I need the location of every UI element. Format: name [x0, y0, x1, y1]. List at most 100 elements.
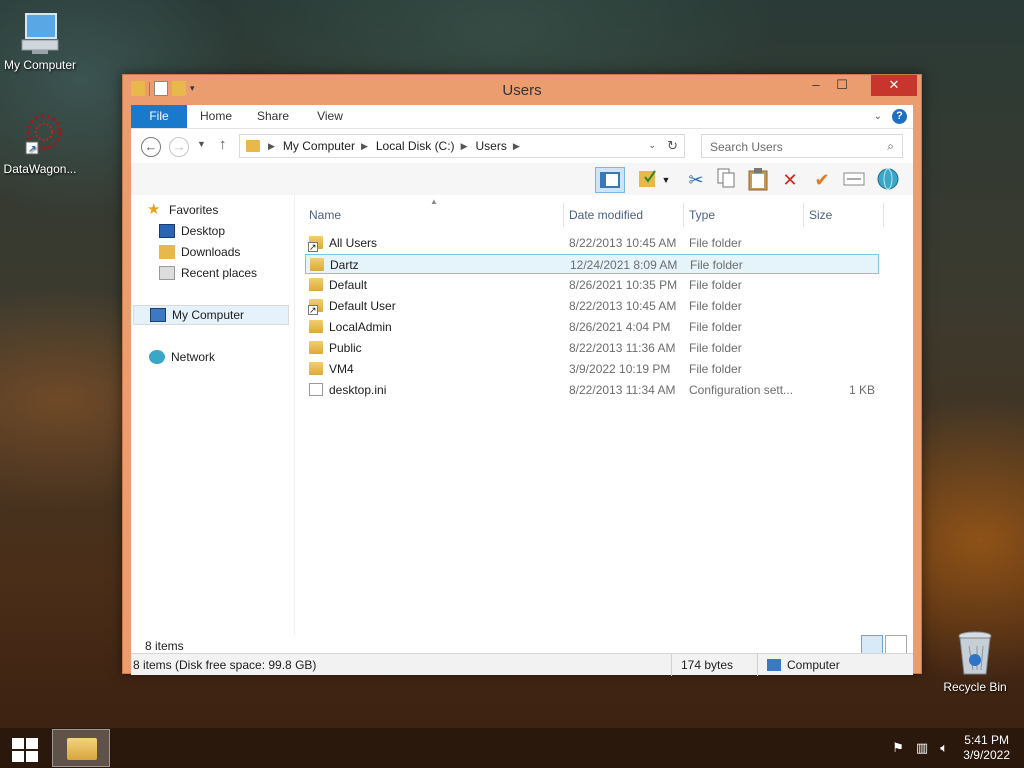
desktop-icon-recycle-bin[interactable]: Recycle Bin — [933, 630, 1017, 694]
file-name: VM4 — [329, 362, 354, 376]
folder-icon — [310, 258, 324, 271]
folder-icon — [246, 140, 260, 152]
table-row[interactable]: Default User 8/22/2013 10:45 AM File folde… — [305, 296, 879, 316]
nav-desktop[interactable]: Desktop — [159, 221, 225, 241]
back-button[interactable]: ← — [141, 137, 161, 157]
breadcrumb-my-computer[interactable]: My Computer — [283, 139, 355, 153]
copy-icon — [717, 168, 735, 188]
nav-recent-places[interactable]: Recent places — [159, 263, 257, 283]
shortcut-folder-icon — [308, 236, 323, 252]
shortcut-folder-icon — [308, 299, 323, 315]
recent-locations-icon[interactable]: ▼ — [197, 139, 206, 149]
search-icon[interactable]: ⌕ — [887, 139, 894, 154]
folder-icon — [309, 278, 323, 291]
details-view-button[interactable] — [861, 635, 883, 655]
ribbon-controls: ⌄ ? — [874, 109, 907, 124]
column-separator[interactable] — [803, 203, 804, 227]
action-center-flag-icon[interactable]: ⚑ — [892, 740, 904, 756]
expand-ribbon-icon[interactable]: ⌄ — [874, 111, 882, 122]
rename-button[interactable]: ✔ — [809, 167, 835, 193]
clock[interactable]: 5:41 PM 3/9/2022 — [963, 733, 1010, 763]
table-row[interactable]: Dartz 12/24/2021 8:09 AM File folder — [305, 254, 879, 274]
copy-button[interactable] — [713, 167, 739, 193]
network-status-icon[interactable]: ▥ — [916, 740, 928, 756]
delete-button[interactable]: ✕ — [777, 167, 803, 193]
file-name: Default — [329, 278, 368, 292]
chevron-right-icon[interactable]: ▶ — [461, 141, 468, 152]
column-separator[interactable] — [883, 203, 884, 227]
tab-file[interactable]: File — [131, 105, 187, 128]
desktop-icon-my-computer[interactable]: My Computer — [0, 10, 82, 72]
folder-icon — [309, 341, 323, 354]
star-icon: ★ — [147, 201, 161, 218]
folder-check-icon — [639, 170, 656, 187]
column-header-date[interactable]: Date modified — [569, 205, 643, 225]
column-header-name[interactable]: Name — [309, 205, 341, 225]
nav-favorites[interactable]: ★ Favorites — [147, 200, 218, 220]
nav-label: My Computer — [172, 308, 245, 322]
svg-text:↗: ↗ — [28, 144, 36, 155]
title-bar[interactable]: ▾ Users – ☐ ✕ — [123, 75, 921, 105]
table-row[interactable]: All Users 8/22/2013 10:45 AM File folder — [305, 233, 879, 253]
nav-network[interactable]: Network — [149, 347, 215, 367]
column-separator[interactable] — [563, 203, 564, 227]
column-header-size[interactable]: Size — [809, 205, 832, 225]
tab-view[interactable]: View — [307, 105, 353, 128]
nav-label: Downloads — [181, 245, 241, 259]
up-button[interactable]: ↑ — [219, 136, 227, 153]
help-icon[interactable]: ? — [892, 109, 907, 124]
minimize-button[interactable]: – — [803, 75, 829, 96]
file-type: File folder — [689, 236, 742, 250]
table-row[interactable]: LocalAdmin 8/26/2021 4:04 PM File folder — [305, 317, 879, 337]
table-row[interactable]: VM4 3/9/2022 10:19 PM File folder — [305, 359, 879, 379]
refresh-icon[interactable]: ↻ — [667, 138, 678, 154]
network-button[interactable] — [875, 167, 901, 193]
cut-button[interactable]: ✂ — [683, 167, 709, 193]
chevron-right-icon[interactable]: ▶ — [513, 141, 520, 152]
table-row[interactable]: desktop.ini 8/22/2013 11:34 AM Configurati… — [305, 380, 879, 400]
nav-downloads[interactable]: Downloads — [159, 242, 240, 262]
forward-button[interactable]: → — [169, 137, 189, 157]
select-all-button[interactable] — [841, 167, 867, 193]
status-zone: Computer — [767, 658, 840, 672]
close-button[interactable]: ✕ — [871, 75, 917, 96]
preview-pane-button[interactable] — [595, 167, 625, 193]
address-bar[interactable]: ▶ My Computer ▶ Local Disk (C:) ▶ Users … — [239, 134, 685, 158]
file-type: File folder — [689, 299, 742, 313]
chevron-down-icon[interactable]: ⌄ — [648, 140, 656, 151]
taskbar: ⚑ ▥ 🔈︎ 5:41 PM 3/9/2022 — [0, 728, 1024, 768]
breadcrumb-local-disk[interactable]: Local Disk (C:) — [376, 139, 455, 153]
chevron-right-icon[interactable]: ▶ — [361, 141, 368, 152]
file-size: 1 KB — [848, 383, 875, 397]
table-row[interactable]: Default 8/26/2021 10:35 PM File folder — [305, 275, 879, 295]
large-icons-view-button[interactable] — [885, 635, 907, 655]
search-input[interactable]: Search Users ⌕ — [701, 134, 903, 158]
search-placeholder: Search Users — [710, 140, 783, 154]
separator — [757, 654, 758, 676]
paste-button[interactable] — [745, 167, 771, 193]
table-row[interactable]: Public 8/22/2013 11:36 AM File folder — [305, 338, 879, 358]
folder-options-button[interactable] — [635, 167, 661, 193]
file-type: File folder — [690, 258, 743, 272]
status-size: 174 bytes — [681, 658, 734, 672]
window-body: File Home Share View ⌄ ? ← → ▼ ↑ ▶ My Co… — [131, 105, 913, 676]
recycle-bin-icon — [958, 631, 992, 675]
file-name: Dartz — [330, 258, 359, 272]
column-header-type[interactable]: Type — [689, 205, 715, 225]
tab-share[interactable]: Share — [247, 105, 299, 128]
column-separator[interactable] — [683, 203, 684, 227]
nav-label: Favorites — [169, 203, 219, 217]
computer-icon — [767, 659, 781, 671]
chevron-right-icon[interactable]: ▶ — [268, 141, 275, 152]
tab-home[interactable]: Home — [191, 105, 241, 128]
desktop-icon-datawagon[interactable]: ↗ DataWagon... — [0, 112, 82, 176]
dropdown-icon[interactable]: ▼ — [659, 167, 673, 193]
volume-muted-icon[interactable]: 🔈︎ — [940, 740, 948, 756]
taskbar-file-explorer[interactable] — [52, 729, 110, 767]
start-button[interactable] — [10, 736, 38, 762]
nav-my-computer[interactable]: My Computer — [133, 305, 289, 325]
breadcrumb-users[interactable]: Users — [475, 139, 506, 153]
file-date: 8/22/2013 10:45 AM — [569, 299, 677, 313]
file-date: 8/26/2021 10:35 PM — [569, 278, 678, 292]
maximize-button[interactable]: ☐ — [829, 75, 855, 96]
